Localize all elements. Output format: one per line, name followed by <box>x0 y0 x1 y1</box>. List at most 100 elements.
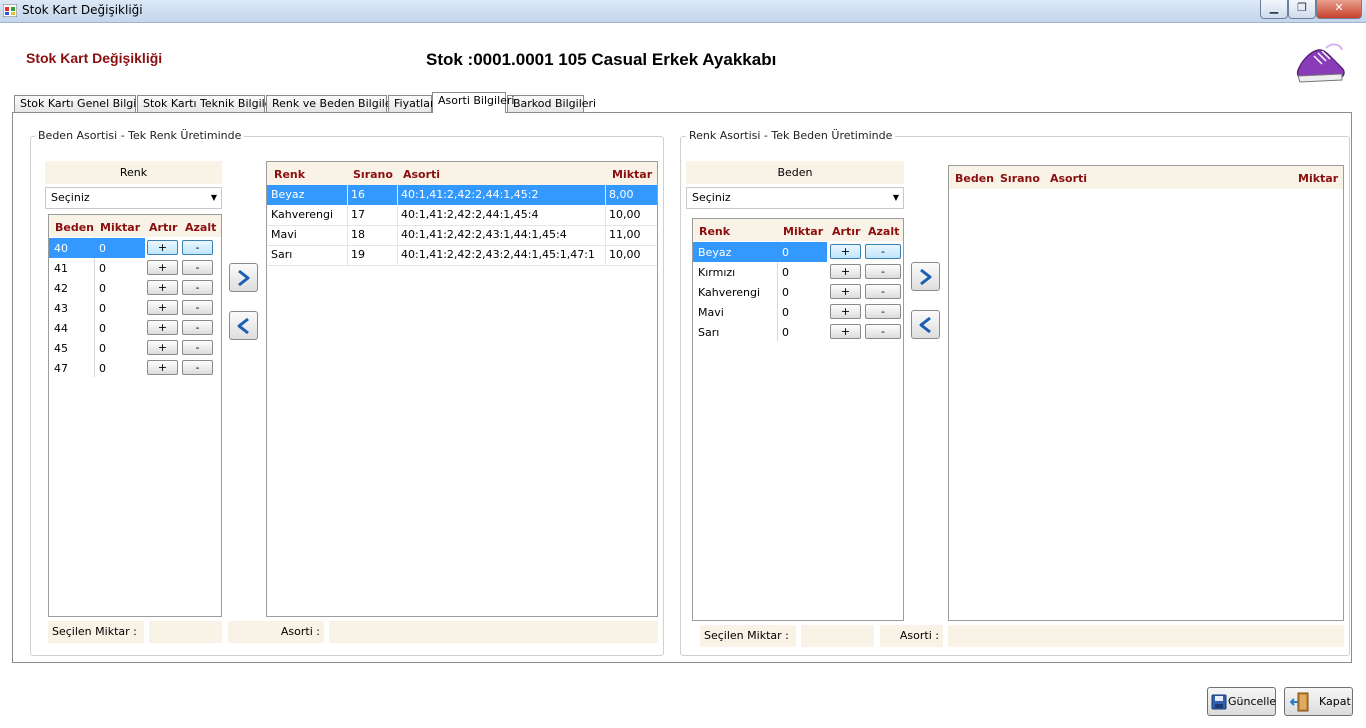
color-grid-header-azalt: Azalt <box>868 225 900 238</box>
decrease-button[interactable]: - <box>182 300 213 315</box>
increase-button[interactable]: + <box>830 304 861 319</box>
size-assortment-grid: Beden Sırano Asorti Miktar <box>948 165 1344 621</box>
table-row[interactable]: Beyaz 0 + - <box>693 242 903 262</box>
qty-cell: 0 <box>782 266 789 279</box>
table-row[interactable]: 47 0 + - <box>49 358 221 378</box>
exit-door-icon <box>1290 692 1309 712</box>
qty-cell: 0 <box>99 362 106 375</box>
color-assortment-grid: Renk Sırano Asorti Miktar Beyaz 16 40:1,… <box>266 161 658 617</box>
size-filter-label: Beden <box>777 166 813 179</box>
increase-button[interactable]: + <box>147 320 178 335</box>
order-cell: 16 <box>351 188 365 201</box>
color-grid-header-artir: Artır <box>832 225 861 238</box>
asorti-label: Asorti : <box>228 621 324 643</box>
tab-assortment[interactable]: Asorti Bilgileri <box>432 92 514 113</box>
color-cell: Kırmızı <box>698 266 736 279</box>
add-color-assortment-button[interactable] <box>911 262 940 291</box>
decrease-button[interactable]: - <box>182 280 213 295</box>
decrease-button[interactable]: - <box>182 360 213 375</box>
decrease-button[interactable]: - <box>865 304 901 319</box>
table-row[interactable]: Sarı 0 + - <box>693 322 903 342</box>
size-cell: 40 <box>54 242 68 255</box>
table-row[interactable]: Kahverengi 0 + - <box>693 282 903 302</box>
assortment-cell: 40:1,41:2,42:2,43:1,44:1,45:4 <box>401 228 567 241</box>
table-row[interactable]: 40 0 + - <box>49 238 221 258</box>
decrease-button[interactable]: - <box>865 264 901 279</box>
increase-button[interactable]: + <box>830 244 861 259</box>
increase-button[interactable]: + <box>830 324 861 339</box>
assortment-header-sirano: Sırano <box>353 168 393 181</box>
table-row[interactable]: 45 0 + - <box>49 338 221 358</box>
color-grid: Renk Miktar Artır Azalt Beyaz 0 + - Kırm… <box>692 218 904 621</box>
size-select[interactable]: Seçiniz ▼ <box>686 187 904 209</box>
increase-button[interactable]: + <box>147 240 178 255</box>
arrow-left-icon <box>237 317 249 335</box>
save-icon <box>1211 694 1227 710</box>
decrease-button[interactable]: - <box>865 244 901 259</box>
increase-button[interactable]: + <box>147 340 178 355</box>
color-filter-label: Renk <box>119 166 148 179</box>
assortment-header-asorti: Asorti <box>403 168 441 181</box>
increase-button[interactable]: + <box>830 264 861 279</box>
table-row[interactable]: Mavi 18 40:1,41:2,42:2,43:1,44:1,45:4 11… <box>267 225 657 246</box>
update-button[interactable]: Güncelle <box>1207 687 1276 716</box>
table-row[interactable]: Kırmızı 0 + - <box>693 262 903 282</box>
color-select[interactable]: Seçiniz ▼ <box>45 187 222 209</box>
decrease-button[interactable]: - <box>182 240 213 255</box>
minimize-button[interactable]: ▁ <box>1260 0 1288 19</box>
maximize-button[interactable]: ❐ <box>1288 0 1316 19</box>
table-row[interactable]: 43 0 + - <box>49 298 221 318</box>
remove-color-assortment-button[interactable] <box>911 310 940 339</box>
increase-button[interactable]: + <box>147 280 178 295</box>
color-grid-header-miktar: Miktar <box>783 225 824 238</box>
tab-label: Fiyatlar <box>394 97 435 110</box>
restore-icon: ❐ <box>1297 1 1307 14</box>
table-row[interactable]: Beyaz 16 40:1,41:2,42:2,44:1,45:2 8,00 <box>267 185 657 205</box>
close-window-button[interactable]: ✕ <box>1316 0 1362 19</box>
window-titlebar[interactable]: Stok Kart Değişikliği ▁ ❐ ✕ <box>0 0 1366 23</box>
decrease-button[interactable]: - <box>865 324 901 339</box>
table-row[interactable]: Sarı 19 40:1,41:2,42:2,43:2,44:1,45:1,47… <box>267 245 657 266</box>
increase-button[interactable]: + <box>147 360 178 375</box>
color-cell: Beyaz <box>698 246 732 259</box>
decrease-button[interactable]: - <box>865 284 901 299</box>
increase-button[interactable]: + <box>147 300 178 315</box>
tab-color-size[interactable]: Renk ve Beden Bilgileri <box>266 95 399 112</box>
qty-cell: 0 <box>782 286 789 299</box>
increase-button[interactable]: + <box>147 260 178 275</box>
increase-button[interactable]: + <box>830 284 861 299</box>
tab-prices[interactable]: Fiyatlar <box>388 95 435 112</box>
tab-general[interactable]: Stok Kartı Genel Bilgiler <box>14 95 151 112</box>
decrease-button[interactable]: - <box>182 340 213 355</box>
tab-barcode[interactable]: Barkod Bilgileri <box>507 95 596 112</box>
remove-assortment-button[interactable] <box>229 311 258 340</box>
tab-label: Stok Kartı Genel Bilgiler <box>20 97 151 110</box>
table-row[interactable]: Kahverengi 17 40:1,41:2,42:2,44:1,45:4 1… <box>267 205 657 226</box>
size-cell: 43 <box>54 302 68 315</box>
color-assortment-title: Renk Asortisi - Tek Beden Üretiminde <box>686 129 896 142</box>
qty-cell: 10,00 <box>609 248 641 261</box>
qty-cell: 0 <box>99 242 106 255</box>
tab-label: Renk ve Beden Bilgileri <box>272 97 400 110</box>
size-grid-header-miktar: Miktar <box>100 221 141 234</box>
form-title: Stok Kart Değişikliği <box>26 50 163 66</box>
add-assortment-button[interactable] <box>229 263 258 292</box>
table-row[interactable]: 42 0 + - <box>49 278 221 298</box>
qty-cell: 0 <box>99 322 106 335</box>
table-row[interactable]: 41 0 + - <box>49 258 221 278</box>
size-grid: Beden Miktar Artır Azalt 40 0 + - 41 0 +… <box>48 214 222 617</box>
qty-cell: 0 <box>782 306 789 319</box>
close-button[interactable]: Kapat <box>1284 687 1353 716</box>
tab-label: Barkod Bilgileri <box>513 97 597 110</box>
size-filter-header: Beden <box>686 161 904 184</box>
size-select-value: Seçiniz <box>692 191 731 204</box>
close-button-label: Kapat <box>1319 695 1351 708</box>
decrease-button[interactable]: - <box>182 260 213 275</box>
arrow-right-icon <box>920 268 932 286</box>
table-row[interactable]: Mavi 0 + - <box>693 302 903 322</box>
qty-cell: 0 <box>782 246 789 259</box>
app-icon <box>3 4 17 17</box>
tab-technical[interactable]: Stok Kartı Teknik Bilgileri <box>137 95 279 112</box>
decrease-button[interactable]: - <box>182 320 213 335</box>
table-row[interactable]: 44 0 + - <box>49 318 221 338</box>
